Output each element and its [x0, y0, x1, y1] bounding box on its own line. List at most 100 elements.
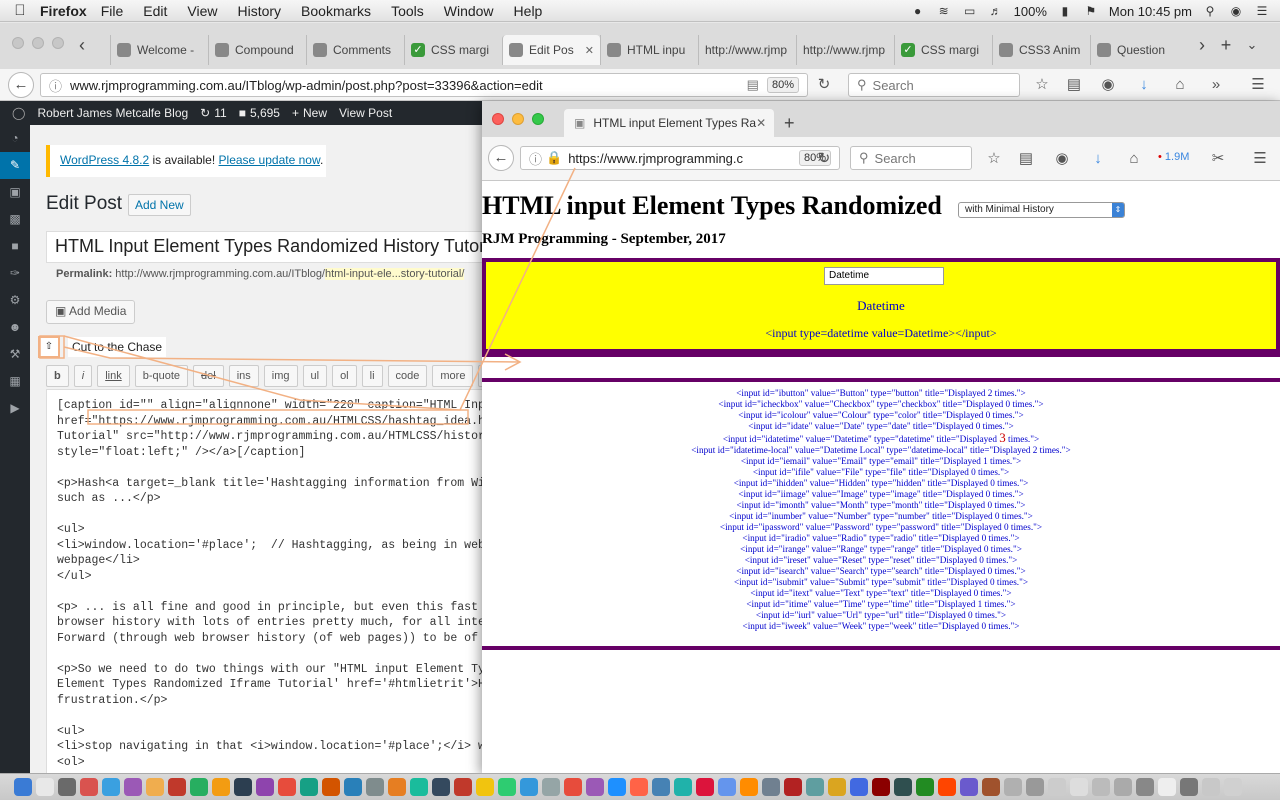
- menu-bookmarks[interactable]: Bookmarks: [301, 3, 371, 19]
- wp-logo-icon[interactable]: ◯: [12, 106, 25, 120]
- main-url-bar[interactable]: ⓘ www.rjmprogramming.com.au/ITblog/wp-ad…: [40, 73, 808, 97]
- dock-app-icon[interactable]: [1092, 778, 1110, 796]
- dock-app-icon[interactable]: [102, 778, 120, 796]
- battery-percent[interactable]: 100%: [1014, 4, 1047, 19]
- dock-app-icon[interactable]: [564, 778, 582, 796]
- app-menu[interactable]: Firefox: [40, 3, 87, 19]
- dock-app-icon[interactable]: [80, 778, 98, 796]
- comments-menu-icon[interactable]: ■: [0, 233, 30, 260]
- zoom-level[interactable]: 80%: [766, 77, 799, 93]
- settings-icon[interactable]: ▦: [0, 368, 30, 395]
- popup-search-box[interactable]: ⚲ Search: [850, 146, 972, 170]
- dock-app-icon[interactable]: [916, 778, 934, 796]
- dock-app-icon[interactable]: [234, 778, 252, 796]
- dashboard-icon[interactable]: ◔: [0, 125, 30, 152]
- dock-app-icon[interactable]: [190, 778, 208, 796]
- menu-view[interactable]: View: [187, 3, 217, 19]
- back-button[interactable]: ←: [8, 72, 34, 98]
- airplay-icon[interactable]: ▭: [962, 4, 978, 18]
- spotlight-search-icon[interactable]: ⚲: [1202, 4, 1218, 18]
- dock-app-icon[interactable]: [146, 778, 164, 796]
- permalink-slug[interactable]: html-input-ele...story-tutorial/: [325, 268, 465, 280]
- browser-tab[interactable]: Comments: [306, 35, 404, 65]
- dock-app-icon[interactable]: [586, 778, 604, 796]
- dock-app-icon[interactable]: [410, 778, 428, 796]
- plugins-icon[interactable]: ⚙: [0, 287, 30, 314]
- update-now-link[interactable]: Please update now: [219, 153, 320, 167]
- browser-tab[interactable]: ✓ CSS margi: [404, 35, 502, 65]
- users-icon[interactable]: ☻: [0, 314, 30, 341]
- popup-url-bar[interactable]: ⓘ 🔒 https://www.rjmprogramming.c 80%: [520, 146, 840, 170]
- popup-downloads-icon[interactable]: ↓: [1088, 149, 1108, 169]
- updates-link[interactable]: ↻ 11: [200, 106, 227, 120]
- dock-app-icon[interactable]: [454, 778, 472, 796]
- bluetooth-icon[interactable]: ●: [910, 4, 926, 18]
- reload-icon[interactable]: ↻: [814, 75, 834, 95]
- browser-tab[interactable]: HTML inpu: [600, 35, 698, 65]
- clock[interactable]: Mon 10:45 pm: [1109, 4, 1192, 19]
- chase-toggle-icon[interactable]: ⇧: [38, 336, 60, 358]
- popup-info-icon[interactable]: ⓘ: [529, 149, 542, 168]
- close-window-button[interactable]: [12, 37, 24, 49]
- dock-app-icon[interactable]: [300, 778, 318, 796]
- quicktag-button[interactable]: b: [46, 365, 69, 387]
- siri-icon[interactable]: ◉: [1228, 4, 1244, 18]
- reading-list-icon[interactable]: ▤: [1064, 75, 1084, 95]
- dock-app-icon[interactable]: [366, 778, 384, 796]
- browser-tab[interactable]: ✓ CSS margi: [894, 35, 992, 65]
- pocket-icon[interactable]: ◉: [1098, 75, 1118, 95]
- dock-app-icon[interactable]: [542, 778, 560, 796]
- appearance-icon[interactable]: ✑: [0, 260, 30, 287]
- quicktag-button[interactable]: more: [432, 365, 474, 387]
- menu-help[interactable]: Help: [514, 3, 543, 19]
- dock-app-icon[interactable]: [1136, 778, 1154, 796]
- list-tabs-icon[interactable]: ⌄: [1242, 35, 1262, 55]
- flag-icon[interactable]: ⚑: [1083, 4, 1099, 18]
- tools-icon[interactable]: ⚒: [0, 341, 30, 368]
- dock-app-icon[interactable]: [278, 778, 296, 796]
- browser-tab[interactable]: CSS3 Anim: [992, 35, 1090, 65]
- browser-tab[interactable]: Compound: [208, 35, 306, 65]
- quicktag-button[interactable]: ul: [302, 365, 328, 387]
- dock-app-icon[interactable]: [740, 778, 758, 796]
- popup-reload-icon[interactable]: ↻: [814, 149, 834, 169]
- info-icon[interactable]: ⓘ: [49, 76, 62, 95]
- pages-icon[interactable]: ▩: [0, 206, 30, 233]
- browser-tab[interactable]: Welcome -: [110, 35, 208, 65]
- add-media-button[interactable]: ▣ Add Media: [46, 300, 136, 324]
- dock-app-icon[interactable]: [674, 778, 692, 796]
- minimize-window-button[interactable]: [32, 37, 44, 49]
- new-tab-icon[interactable]: +: [1216, 35, 1236, 55]
- dock-app-icon[interactable]: [762, 778, 780, 796]
- post-content-textarea[interactable]: [caption id="" align="alignnone" width="…: [46, 389, 482, 773]
- dock-app-icon[interactable]: [58, 778, 76, 796]
- popup-bookmark-star-icon[interactable]: ☆: [984, 149, 1004, 169]
- dock-app-icon[interactable]: [960, 778, 978, 796]
- posts-icon[interactable]: ✎: [0, 152, 30, 179]
- quicktag-button[interactable]: li: [361, 365, 383, 387]
- comments-link[interactable]: ■ 5,695: [239, 106, 280, 120]
- overflow-icon[interactable]: »: [1206, 75, 1226, 95]
- dock-app-icon[interactable]: [872, 778, 890, 796]
- dock-app-icon[interactable]: [938, 778, 956, 796]
- tabs-scroll-right-icon[interactable]: ›: [1192, 35, 1212, 55]
- dock-app-icon[interactable]: [388, 778, 406, 796]
- dock-app-icon[interactable]: [1070, 778, 1088, 796]
- downloads-icon[interactable]: ↓: [1134, 75, 1154, 95]
- quicktag-button[interactable]: ins: [228, 365, 259, 387]
- dock-app-icon[interactable]: [982, 778, 1000, 796]
- browser-tab[interactable]: http://www.rjmp: [796, 35, 894, 65]
- popup-screenshot-icon[interactable]: ✂: [1208, 149, 1228, 169]
- quicktag-button[interactable]: link: [97, 365, 130, 387]
- dock-app-icon[interactable]: [894, 778, 912, 796]
- popup-zoom-button[interactable]: [532, 113, 544, 125]
- menu-file[interactable]: File: [101, 3, 124, 19]
- popup-close-button[interactable]: [492, 113, 504, 125]
- popup-reading-list-icon[interactable]: ▤: [1016, 149, 1036, 169]
- menu-window[interactable]: Window: [444, 3, 494, 19]
- dock-app-icon[interactable]: [476, 778, 494, 796]
- dock-app-icon[interactable]: [806, 778, 824, 796]
- dock-app-icon[interactable]: [36, 778, 54, 796]
- dock-app-icon[interactable]: [850, 778, 868, 796]
- quicktag-button[interactable]: i: [73, 365, 93, 387]
